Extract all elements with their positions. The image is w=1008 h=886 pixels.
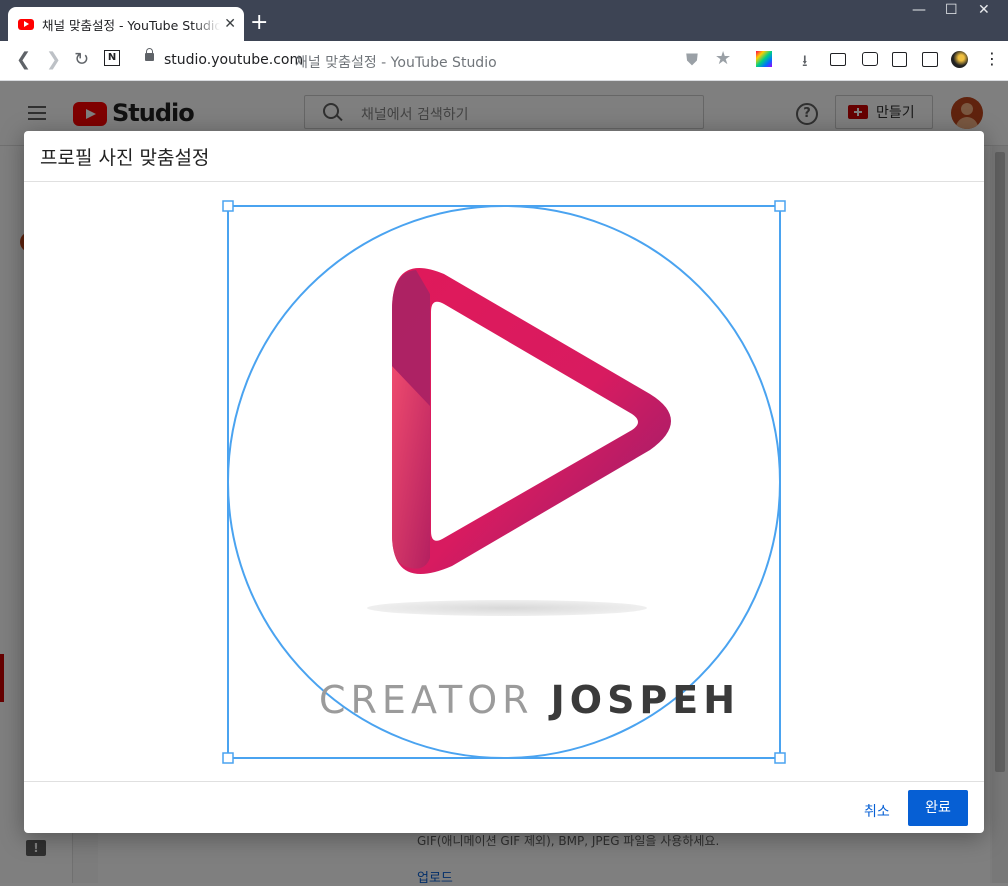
- done-button[interactable]: 완료: [908, 790, 968, 826]
- lock-icon[interactable]: [145, 48, 154, 61]
- browser-tab[interactable]: 채널 맞춤설정 - YouTube Studio ✕: [8, 7, 244, 41]
- video-icon[interactable]: [830, 53, 846, 66]
- back-icon[interactable]: ❮: [16, 49, 31, 70]
- maximize-button[interactable]: ☐: [945, 2, 958, 18]
- notion-icon[interactable]: N: [104, 50, 120, 66]
- browser-toolbar: ❮ ❯ ↻ N studio.youtube.com 채널 맞춤설정 - You…: [0, 41, 1008, 81]
- crop-handle-top-right: [774, 200, 786, 212]
- logo-shadow: [367, 600, 647, 616]
- address-host[interactable]: studio.youtube.com: [164, 52, 303, 68]
- menu-icon[interactable]: ⋮: [984, 49, 1000, 68]
- address-page-title[interactable]: 채널 맞춤설정 - YouTube Studio: [295, 52, 497, 72]
- shield-icon[interactable]: ⛊: [686, 50, 698, 70]
- dialog-divider-bottom: [24, 781, 984, 782]
- logo-word-creator: CREATOR: [319, 678, 534, 722]
- minimize-button[interactable]: —: [912, 2, 926, 18]
- crop-handle-bottom-right: [774, 752, 786, 764]
- crop-canvas[interactable]: CREATOR JOSPEH: [24, 182, 984, 781]
- forward-icon[interactable]: ❯: [46, 49, 61, 70]
- logo-wordmark: CREATOR JOSPEH: [319, 677, 740, 723]
- reader-icon[interactable]: [892, 52, 907, 67]
- profile-icon[interactable]: [951, 51, 968, 68]
- youtube-favicon-icon: [18, 18, 34, 30]
- download-icon[interactable]: ⭳: [802, 50, 808, 77]
- crop-handle-top-left: [222, 200, 234, 212]
- browser-tabstrip: 채널 맞춤설정 - YouTube Studio ✕ + — ☐ ✕: [0, 0, 1008, 41]
- crop-handle-bottom-left: [222, 752, 234, 764]
- close-window-button[interactable]: ✕: [978, 2, 990, 18]
- color-extension-icon[interactable]: [756, 51, 772, 67]
- tab-close-icon[interactable]: ✕: [224, 16, 236, 32]
- tab-title: 채널 맞춤설정 - YouTube Studio: [42, 17, 221, 33]
- reload-icon[interactable]: ↻: [74, 49, 89, 70]
- profile-picture-dialog: 프로필 사진 맞춤설정 CREATOR JOSPEH 취소 완료: [24, 131, 984, 833]
- camera-icon[interactable]: [862, 52, 878, 66]
- new-tab-button[interactable]: +: [250, 12, 268, 34]
- dialog-title: 프로필 사진 맞춤설정: [40, 147, 210, 169]
- star-icon[interactable]: ★: [715, 48, 731, 69]
- logo-word-name: JOSPEH: [550, 678, 741, 722]
- play-logo-icon: [392, 267, 671, 575]
- sidebar-icon[interactable]: [922, 52, 938, 67]
- cancel-button[interactable]: 취소: [856, 795, 898, 829]
